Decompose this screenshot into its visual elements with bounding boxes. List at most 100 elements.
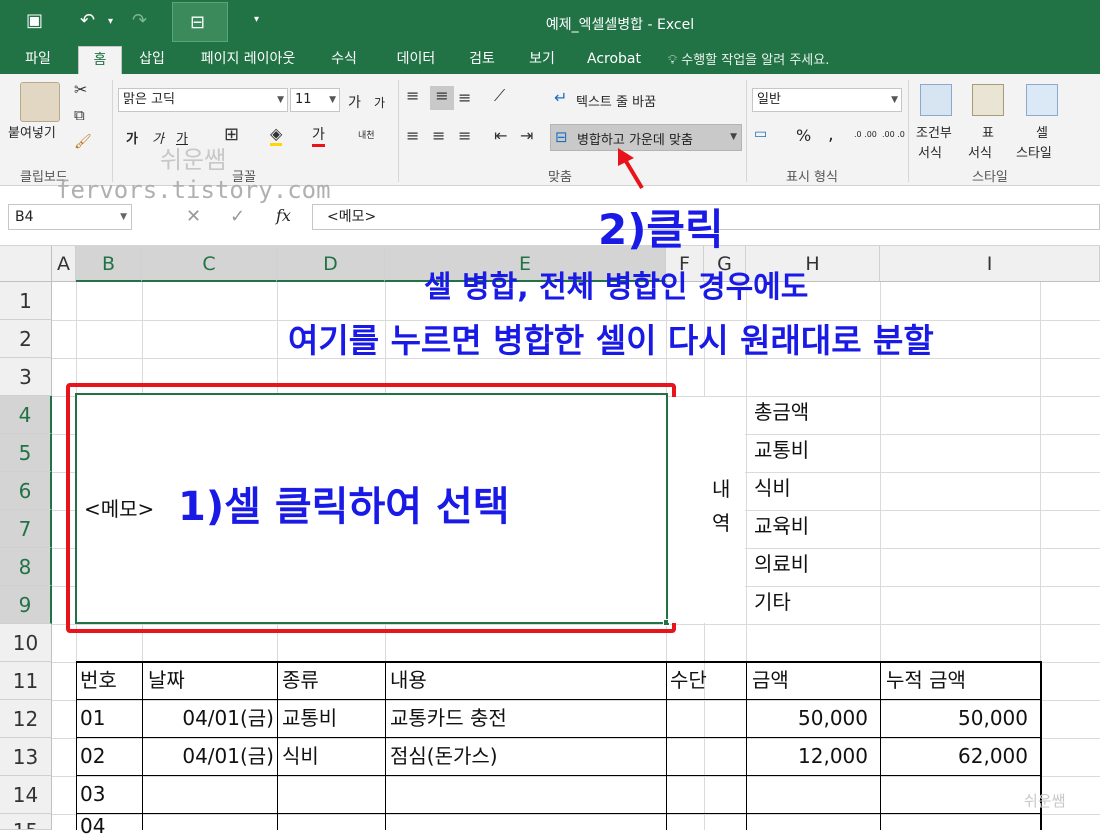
conditional-format-label-2[interactable]: 서식 [918, 142, 942, 161]
tab-file[interactable]: 파일 [16, 49, 60, 74]
table-header-cumulative[interactable]: 누적 금액 [886, 661, 966, 699]
cancel-icon[interactable]: ✕ [186, 206, 201, 227]
align-right-icon[interactable]: ≡ [458, 126, 471, 145]
column-header-i[interactable]: I [880, 246, 1100, 282]
name-box[interactable]: B4 ▼ [8, 204, 132, 230]
wrap-text-button[interactable]: 텍스트 줄 바꿈 [576, 91, 656, 110]
table-cell-content[interactable]: 점심(돈가스) [390, 737, 498, 775]
tab-view[interactable]: 보기 [518, 49, 566, 74]
align-left-icon[interactable]: ≡ [406, 126, 419, 145]
row-header-14[interactable]: 14 [0, 776, 52, 814]
conditional-format-label-1[interactable]: 조건부 [916, 122, 952, 141]
row-header-3[interactable]: 3 [0, 358, 52, 396]
tab-review[interactable]: 검토 [458, 49, 506, 74]
format-as-table-label-2[interactable]: 서식 [968, 142, 992, 161]
category-medical[interactable]: 의료비 [754, 545, 809, 583]
tab-data[interactable]: 데이터 [386, 49, 446, 74]
table-cell-amount[interactable]: 50,000 [746, 699, 868, 737]
table-cell-no[interactable]: 02 [80, 737, 105, 775]
table-cell-type[interactable]: 식비 [282, 737, 319, 775]
format-as-table-label-1[interactable]: 표 [982, 122, 994, 141]
row-header-12[interactable]: 12 [0, 700, 52, 738]
category-total[interactable]: 총금액 [754, 393, 809, 431]
row-header-15[interactable]: 15 [0, 814, 52, 830]
font-size-select[interactable]: 11 ▼ [290, 88, 340, 112]
row-header-6[interactable]: 6 [0, 472, 52, 510]
row-header-9[interactable]: 9 [0, 586, 52, 624]
table-header-amount[interactable]: 금액 [752, 661, 789, 699]
table-cell-no[interactable]: 03 [80, 775, 105, 813]
row-header-1[interactable]: 1 [0, 282, 52, 320]
table-cell-no[interactable]: 04 [80, 813, 105, 839]
chevron-down-icon[interactable]: ▼ [730, 132, 737, 142]
align-middle-icon[interactable]: ≡ [430, 86, 454, 110]
table-cell-date[interactable]: 04/01(금) [142, 737, 276, 775]
table-header-type[interactable]: 종류 [282, 661, 319, 699]
tell-me-search[interactable]: 💡︎ 수행할 작업을 알려 주세요. [668, 49, 829, 68]
row-header-7[interactable]: 7 [0, 510, 52, 548]
increase-indent-icon[interactable]: ⇥ [520, 126, 533, 145]
table-cell-cumulative[interactable]: 50,000 [880, 699, 1028, 737]
tab-insert[interactable]: 삽입 [128, 49, 176, 74]
format-painter-icon[interactable]: 🖌︎ [74, 134, 92, 150]
decrease-indent-icon[interactable]: ⇤ [494, 126, 507, 145]
column-header-a[interactable]: A [52, 246, 76, 282]
orientation-icon[interactable]: ⟋ [494, 86, 505, 106]
table-header-date[interactable]: 날짜 [148, 661, 185, 699]
grow-font-icon[interactable]: 가 [348, 92, 361, 112]
select-all-button[interactable] [0, 246, 52, 282]
table-cell-type[interactable]: 교통비 [282, 699, 337, 737]
decrease-decimal-button[interactable]: .00 .0 [882, 130, 905, 139]
chevron-down-icon[interactable]: ▼ [120, 205, 127, 229]
number-format-select[interactable]: 일반 ▼ [752, 88, 902, 112]
fill-color-icon[interactable]: ◈ [270, 124, 283, 146]
tab-home[interactable]: 홈 [78, 46, 122, 74]
tab-acrobat[interactable]: Acrobat [578, 49, 650, 74]
table-header-method[interactable]: 수단 [670, 661, 707, 699]
phonetic-button[interactable]: 내천 [358, 128, 375, 141]
table-cell-no[interactable]: 01 [80, 699, 105, 737]
font-name-select[interactable]: 맑은 고딕 ▼ [118, 88, 288, 112]
category-etc[interactable]: 기타 [754, 583, 791, 621]
category-education[interactable]: 교육비 [754, 507, 809, 545]
paste-icon[interactable] [20, 82, 60, 122]
row-header-4[interactable]: 4 [0, 396, 52, 434]
tab-formulas[interactable]: 수식 [322, 49, 366, 74]
table-cell-cumulative[interactable]: 62,000 [880, 737, 1028, 775]
increase-decimal-button[interactable]: .0 .00 [854, 130, 877, 139]
column-header-d[interactable]: D [277, 246, 385, 282]
row-header-13[interactable]: 13 [0, 738, 52, 776]
row-header-10[interactable]: 10 [0, 624, 52, 662]
merged-side-cell[interactable] [668, 397, 745, 623]
comma-button[interactable]: , [828, 124, 834, 145]
percent-button[interactable]: % [796, 126, 811, 145]
cut-icon[interactable]: ✂ [74, 80, 87, 99]
category-food[interactable]: 식비 [754, 469, 791, 507]
row-header-2[interactable]: 2 [0, 320, 52, 358]
table-cell-content[interactable]: 교통카드 충전 [390, 699, 507, 737]
row-header-11[interactable]: 11 [0, 662, 52, 700]
cell-styles-label-2[interactable]: 스타일 [1016, 142, 1052, 161]
row-header-8[interactable]: 8 [0, 548, 52, 586]
row-header-5[interactable]: 5 [0, 434, 52, 472]
bold-button[interactable]: 가 [126, 128, 138, 147]
table-header-content[interactable]: 내용 [390, 661, 427, 699]
insert-function-button[interactable]: fx [276, 206, 291, 225]
table-header-no[interactable]: 번호 [80, 661, 117, 699]
cell-styles-label-1[interactable]: 셀 [1036, 122, 1048, 141]
shrink-font-icon[interactable]: 가 [374, 94, 385, 111]
column-header-b[interactable]: B [76, 246, 142, 282]
paste-button[interactable]: 붙여넣기 [8, 122, 56, 141]
align-top-icon[interactable]: ≡ [406, 86, 419, 105]
table-cell-amount[interactable]: 12,000 [746, 737, 868, 775]
align-center-icon[interactable]: ≡ [432, 126, 445, 145]
table-cell-date[interactable]: 04/01(금) [142, 699, 276, 737]
currency-icon[interactable]: ▭ [754, 126, 767, 142]
align-bottom-icon[interactable]: ≡ [458, 88, 471, 107]
borders-icon[interactable]: ⊞ [224, 124, 239, 145]
category-transport[interactable]: 교통비 [754, 431, 809, 469]
font-color-button[interactable]: 가 [312, 126, 325, 147]
copy-icon[interactable]: ⧉ [74, 106, 85, 124]
column-header-c[interactable]: C [142, 246, 277, 282]
enter-icon[interactable]: ✓ [230, 206, 245, 227]
